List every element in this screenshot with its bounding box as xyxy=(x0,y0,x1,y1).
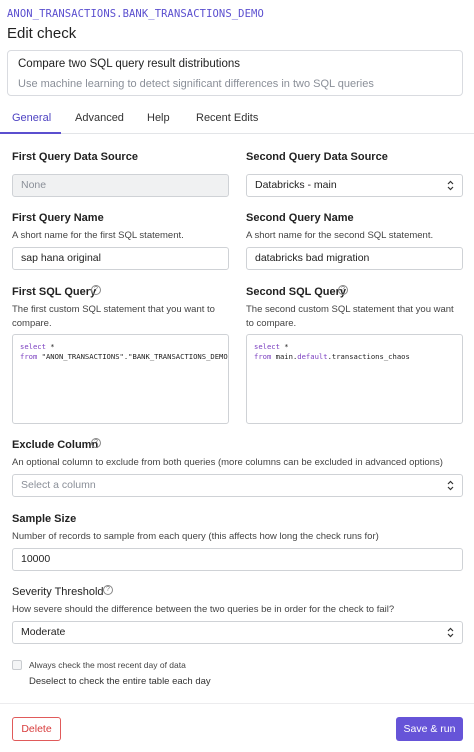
delete-button[interactable]: Delete xyxy=(12,717,61,741)
question-circle-icon[interactable]: ? xyxy=(91,438,101,448)
sql-text: * xyxy=(45,342,55,351)
save-and-run-button[interactable]: Save & run xyxy=(396,717,463,741)
sample-size-label: Sample Size xyxy=(12,513,77,525)
exclude-column-label: Exclude Column xyxy=(12,439,99,451)
first-sql-label: First SQL Query xyxy=(12,286,97,298)
first-name-input[interactable]: sap hana original xyxy=(12,247,229,270)
first-source-select[interactable]: None xyxy=(12,174,229,197)
sql-text: "ANON_TRANSACTIONS"."BANK_TRANSACTIONS_D… xyxy=(37,352,229,361)
question-circle-icon[interactable]: ? xyxy=(103,585,113,595)
second-source-value: Databricks - main xyxy=(255,179,337,191)
first-name-help: A short name for the first SQL statement… xyxy=(12,230,184,241)
sql-keyword: from xyxy=(20,352,38,361)
tab-advanced[interactable]: Advanced xyxy=(75,112,124,124)
second-sql-label: Second SQL Query xyxy=(246,286,347,298)
check-type-card: Compare two SQL query result distributio… xyxy=(7,50,463,96)
second-sql-editor[interactable]: select * from main.default.transactions_… xyxy=(246,334,463,424)
second-source-select[interactable]: Databricks - main xyxy=(246,174,463,197)
sql-text: * xyxy=(279,342,289,351)
severity-value: Moderate xyxy=(21,626,66,638)
tab-bar: General Advanced Help Recent Edits xyxy=(0,103,474,134)
check-type-title: Compare two SQL query result distributio… xyxy=(18,58,241,70)
footer-divider xyxy=(0,703,474,704)
first-sql-editor[interactable]: select * from "ANON_TRANSACTIONS"."BANK_… xyxy=(12,334,229,424)
sql-text: main. xyxy=(271,352,298,361)
second-sql-help: The second custom SQL statement that you… xyxy=(246,304,454,329)
check-type-description: Use machine learning to detect significa… xyxy=(18,78,374,90)
first-name-label: First Query Name xyxy=(12,212,104,224)
sql-text: .transactions_chaos xyxy=(327,352,410,361)
question-circle-icon[interactable]: ? xyxy=(338,285,348,295)
severity-select[interactable]: Moderate xyxy=(12,621,463,644)
second-name-label: Second Query Name xyxy=(246,212,354,224)
chevron-up-down-icon xyxy=(447,480,454,491)
sample-size-input[interactable]: 10000 xyxy=(12,548,463,571)
sql-keyword: select xyxy=(254,342,280,351)
page-title: Edit check xyxy=(7,25,77,42)
severity-label: Severity Threshold xyxy=(12,586,104,598)
exclude-column-help: An optional column to exclude from both … xyxy=(12,457,443,468)
recent-day-sub: Deselect to check the entire table each … xyxy=(29,676,211,687)
first-source-label: First Query Data Source xyxy=(12,151,138,163)
tab-help[interactable]: Help xyxy=(147,112,170,124)
second-name-input[interactable]: databricks bad migration xyxy=(246,247,463,270)
question-circle-icon[interactable]: ? xyxy=(91,285,101,295)
chevron-up-down-icon xyxy=(447,180,454,191)
tab-recent-edits[interactable]: Recent Edits xyxy=(196,112,258,124)
chevron-up-down-icon xyxy=(447,627,454,638)
second-name-help: A short name for the second SQL statemen… xyxy=(246,230,434,241)
breadcrumb[interactable]: ANON_TRANSACTIONS.BANK_TRANSACTIONS_DEMO xyxy=(7,8,264,20)
tab-general[interactable]: General xyxy=(12,112,51,124)
first-sql-help: The first custom SQL statement that you … xyxy=(12,304,215,329)
recent-day-checkbox[interactable] xyxy=(12,660,22,670)
active-tab-indicator xyxy=(0,132,61,134)
second-source-label: Second Query Data Source xyxy=(246,151,388,163)
exclude-column-placeholder: Select a column xyxy=(21,479,96,491)
sql-keyword: default xyxy=(297,352,328,361)
severity-help: How severe should the difference between… xyxy=(12,604,395,615)
sql-keyword: from xyxy=(254,352,272,361)
sample-size-help: Number of records to sample from each qu… xyxy=(12,531,379,542)
sql-keyword: select xyxy=(20,342,46,351)
exclude-column-select[interactable]: Select a column xyxy=(12,474,463,497)
recent-day-label: Always check the most recent day of data xyxy=(29,660,186,670)
